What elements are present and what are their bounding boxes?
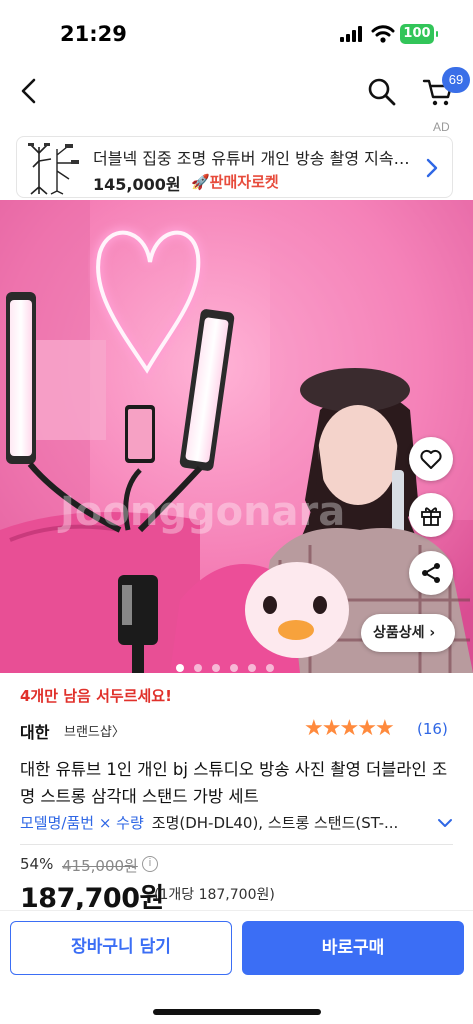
share-button[interactable] bbox=[409, 551, 453, 595]
watermark: Joonggonara bbox=[57, 489, 345, 535]
rating-stars[interactable]: ★★★★★ bbox=[304, 716, 395, 741]
back-arrow-icon[interactable] bbox=[14, 76, 44, 106]
wifi-icon bbox=[371, 25, 395, 43]
ad-banner[interactable]: 더블넥 집중 조명 유튜버 개인 방송 촬영 지속광... 145,000원 🚀… bbox=[16, 136, 453, 198]
search-icon[interactable] bbox=[366, 76, 398, 108]
product-detail-label: 상품상세 bbox=[373, 625, 425, 641]
page-dot[interactable] bbox=[248, 664, 256, 672]
gift-icon bbox=[421, 507, 441, 526]
page-dot[interactable] bbox=[230, 664, 238, 672]
chevron-right-icon[interactable] bbox=[421, 157, 443, 179]
unit-price: (1개당 187,700원) bbox=[154, 887, 275, 903]
page-dot[interactable] bbox=[194, 664, 202, 672]
discount-rate: 54% bbox=[20, 855, 54, 873]
product-image[interactable]: Joonggonara 상품상세 › bbox=[0, 200, 473, 673]
battery-tip bbox=[436, 31, 438, 37]
brand-name[interactable]: 대한 bbox=[20, 719, 49, 743]
status-bar: 21:29 100 bbox=[0, 0, 473, 64]
gift-button[interactable] bbox=[409, 493, 453, 537]
brand-row: 대한 브랜드샵〉 ★★★★★ (16) bbox=[20, 716, 453, 743]
buy-now-button[interactable]: 바로구매 bbox=[242, 921, 464, 975]
gallery-pagination bbox=[176, 657, 284, 672]
chevron-right-icon: › bbox=[424, 625, 436, 641]
original-price: 415,000원 bbox=[62, 857, 138, 875]
page-dot[interactable] bbox=[212, 664, 220, 672]
ad-thumbnail bbox=[28, 143, 79, 195]
option-selector[interactable]: 모델명/품번 × 수량 조명(DH-DL40), 스트롱 스탠드(ST-... bbox=[20, 812, 455, 834]
chevron-down-icon[interactable] bbox=[436, 814, 454, 832]
heart-icon bbox=[420, 449, 442, 469]
product-photo: Joonggonara bbox=[0, 200, 473, 673]
brand-shop-link[interactable]: 브랜드샵〉 bbox=[64, 721, 125, 740]
chevron-right-icon: 〉 bbox=[111, 725, 125, 740]
bottom-action-bar: 장바구니 담기 바로구매 bbox=[0, 910, 473, 1024]
add-to-cart-button[interactable]: 장바구니 담기 bbox=[10, 921, 232, 975]
info-icon[interactable]: i bbox=[142, 856, 158, 872]
battery-icon: 100 bbox=[400, 24, 434, 44]
seller-rocket-badge: 🚀판매자로켓 bbox=[191, 173, 279, 191]
share-icon bbox=[422, 563, 440, 583]
ad-title: 더블넥 집중 조명 유튜버 개인 방송 촬영 지속광... bbox=[93, 149, 415, 168]
review-count[interactable]: (16) bbox=[417, 720, 448, 738]
star-icon: ★ bbox=[304, 716, 324, 741]
star-icon: ★ bbox=[357, 716, 377, 741]
star-icon: ★ bbox=[374, 716, 395, 741]
ad-label: AD bbox=[433, 120, 450, 134]
home-indicator[interactable] bbox=[153, 1009, 321, 1015]
option-label: 모델명/품번 × 수량 bbox=[20, 814, 144, 832]
stock-alert: 4개만 남음 서두르세요! bbox=[20, 687, 172, 705]
option-value: 조명(DH-DL40), 스트롱 스탠드(ST-... bbox=[151, 814, 399, 832]
product-detail-button[interactable]: 상품상세 › bbox=[361, 614, 455, 652]
status-time: 21:29 bbox=[60, 22, 127, 46]
product-title: 대한 유튜브 1인 개인 bj 스튜디오 방송 사진 촬영 더블라인 조명 스트… bbox=[20, 760, 448, 806]
page-dot[interactable] bbox=[266, 664, 274, 672]
page-dot[interactable] bbox=[176, 664, 184, 672]
ad-price: 145,000원 bbox=[93, 175, 181, 194]
brand-shop-label: 브랜드샵 bbox=[64, 725, 112, 740]
like-button[interactable] bbox=[409, 437, 453, 481]
divider bbox=[20, 844, 453, 845]
nav-bar bbox=[0, 64, 473, 122]
signal-icon bbox=[340, 26, 364, 42]
cart-count-badge: 69 bbox=[442, 67, 470, 93]
